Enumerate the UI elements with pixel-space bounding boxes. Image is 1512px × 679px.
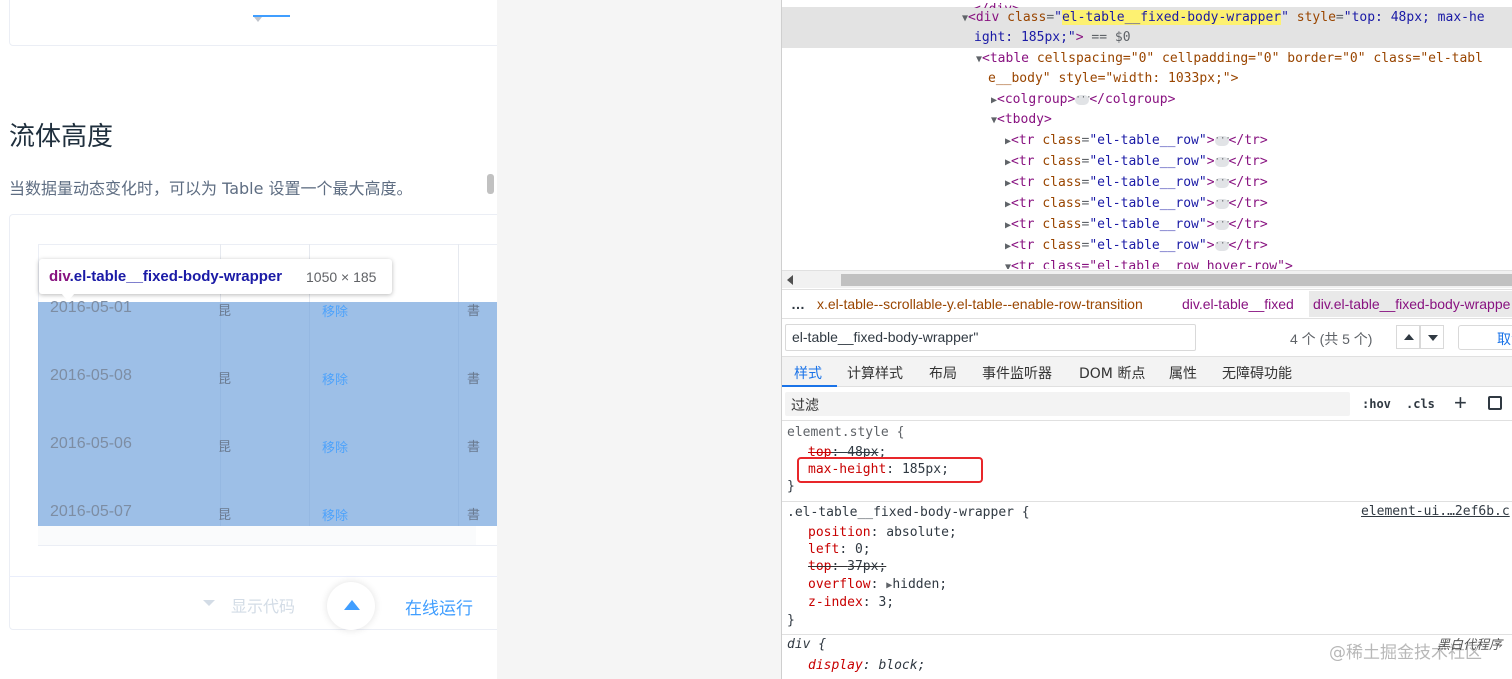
ellipsis-icon[interactable]: ···	[1214, 155, 1231, 167]
caret-down-icon	[254, 17, 262, 22]
run-online-button[interactable]: 在线运行	[405, 594, 473, 619]
filter-input[interactable]: 过滤	[785, 392, 1350, 416]
table-row-date: 2016-05-07	[50, 503, 132, 520]
styles-filter-bar: 过滤 :hov .cls +	[782, 388, 1512, 421]
tooltip-selector: div.el-table__fixed-body-wrapper	[49, 268, 283, 285]
table-row-date: 2016-05-06	[50, 435, 132, 452]
remove-link[interactable]: 移除	[322, 505, 348, 524]
page-scrollbar[interactable]	[487, 174, 494, 194]
section-title: 流体高度	[9, 122, 114, 152]
ellipsis-icon[interactable]: ···	[1214, 134, 1231, 146]
section-description: 当数据量动态变化时，可以为 Table 设置一个最大高度。	[9, 179, 413, 198]
ellipsis-icon[interactable]: ···	[1214, 239, 1231, 251]
table-row-date: 2016-05-08	[50, 367, 132, 384]
elements-horizontal-scrollbar[interactable]	[782, 270, 1512, 288]
tab-styles[interactable]: 样式	[794, 363, 822, 383]
dom-line-tr-hover[interactable]: ▼<tr class="el-table__row hover-row">	[1005, 257, 1293, 269]
watermark-overlay: 黑白代程序	[1437, 638, 1503, 653]
style-declaration-overridden[interactable]: top: 37px;	[808, 557, 886, 577]
table-row-cell: 昆	[218, 303, 232, 318]
rule-selector-element-style: element.style {	[787, 425, 905, 440]
dom-line-tr[interactable]: ▶<tr class="el-table__row">···</tr>	[1005, 173, 1268, 194]
scrollbar-thumb[interactable]	[841, 274, 1512, 286]
dom-line-tr[interactable]: ▶<tr class="el-table__row">···</tr>	[1005, 215, 1268, 236]
dom-line-tr[interactable]: ▶<tr class="el-table__row">···</tr>	[1005, 131, 1268, 152]
remove-link[interactable]: 移除	[322, 301, 348, 320]
style-declaration[interactable]: z-index: 3;	[808, 593, 894, 613]
active-tab-indicator	[782, 385, 837, 387]
rule-selector: .el-table__fixed-body-wrapper {	[787, 505, 1030, 520]
tooltip-dimensions: 1050 × 185	[306, 269, 377, 285]
ellipsis-icon[interactable]: ···	[1214, 176, 1231, 188]
new-rule-plus-icon[interactable]: +	[1454, 390, 1467, 416]
dom-line-table-cont: e__body" style="width: 1033px;">	[988, 71, 1239, 86]
style-declaration-user-agent: display: block;	[808, 658, 926, 673]
stylesheet-source-link[interactable]: element-ui.…2ef6b.c	[1361, 504, 1510, 519]
dom-line-selected-div[interactable]: ▼<div class="el-table__fixed-body-wrappe…	[962, 8, 1485, 29]
dom-line-table[interactable]: ▼<table cellspacing="0" cellpadding="0" …	[976, 49, 1483, 70]
class-toggle-button[interactable]: .cls	[1406, 397, 1435, 411]
dom-line-selected-div-cont: ight: 185px;"> == $0	[974, 30, 1131, 45]
tab-dom-breakpoints[interactable]: DOM 断点	[1079, 363, 1145, 383]
annotation-red-box	[797, 457, 983, 483]
styles-tabbar: 样式 计算样式 布局 事件监听器 DOM 断点 属性 无障碍功能	[782, 357, 1512, 387]
table-row-cell: 書	[467, 507, 481, 522]
tab-layout[interactable]: 布局	[929, 363, 957, 383]
table-row-cell: 書	[467, 439, 481, 454]
rule-selector-user-agent: div {	[787, 637, 827, 652]
breadcrumb-more[interactable]: …	[791, 296, 805, 312]
dom-line-closing-div: </div>	[973, 0, 1020, 8]
print-media-icon[interactable]	[1488, 396, 1502, 410]
rule-separator	[782, 634, 1512, 635]
table-row-cell: 昆	[218, 439, 232, 454]
tooltip-arrow	[61, 293, 75, 301]
ellipsis-icon[interactable]: ···	[1214, 197, 1231, 209]
caret-down-icon	[203, 600, 215, 606]
table-row-date: 2016-05-01	[50, 299, 132, 316]
devtools-panel: </div> ▼<div class="el-table__fixed-body…	[781, 0, 1512, 679]
dom-line-colgroup[interactable]: ▶<colgroup>···</colgroup>	[991, 90, 1175, 111]
tab-computed[interactable]: 计算样式	[847, 363, 903, 383]
chevron-down-icon	[1428, 335, 1438, 341]
inspect-tooltip: div.el-table__fixed-body-wrapper 1050 × …	[39, 259, 392, 301]
scroll-left-arrow-icon[interactable]	[787, 275, 793, 285]
chevron-up-icon	[1404, 334, 1414, 340]
dom-search-bar: el-table__fixed-body-wrapper" 4 个 (共 5 个…	[782, 319, 1512, 357]
breadcrumb: … x.el-table--scrollable-y.el-table--ena…	[782, 289, 1512, 319]
table-row-cell: 昆	[218, 371, 232, 386]
dom-line-tr[interactable]: ▶<tr class="el-table__row">···</tr>	[1005, 194, 1268, 215]
remove-link[interactable]: 移除	[322, 369, 348, 388]
breadcrumb-item[interactable]: x.el-table--scrollable-y.el-table--enabl…	[817, 296, 1143, 312]
caret-up-icon	[344, 600, 360, 610]
rule-close-brace: }	[787, 479, 795, 494]
next-match-button[interactable]	[1420, 325, 1444, 349]
dom-search-input[interactable]: el-table__fixed-body-wrapper"	[785, 324, 1196, 351]
search-match-count: 4 个 (共 5 个)	[1290, 331, 1373, 347]
rule-close-brace: }	[787, 613, 795, 628]
show-code-button[interactable]: 显示代码	[231, 593, 295, 617]
dom-line-tbody[interactable]: ▼<tbody>	[991, 110, 1052, 131]
ellipsis-icon[interactable]: ···	[1075, 93, 1092, 105]
dom-line-tr[interactable]: ▶<tr class="el-table__row">···</tr>	[1005, 236, 1268, 257]
previous-demo-card	[9, 0, 497, 46]
breadcrumb-item[interactable]: div.el-table__fixed	[1182, 296, 1294, 312]
inspect-highlight-overlay	[38, 302, 498, 526]
table-row-cell: 書	[467, 303, 481, 318]
previous-match-button[interactable]	[1396, 325, 1420, 349]
remove-link[interactable]: 移除	[322, 437, 348, 456]
ellipsis-icon[interactable]: ···	[1214, 218, 1231, 230]
table-row-cell: 昆	[218, 507, 232, 522]
dom-line-tr[interactable]: ▶<tr class="el-table__row">···</tr>	[1005, 152, 1268, 173]
tab-accessibility[interactable]: 无障碍功能	[1222, 363, 1292, 383]
tab-properties[interactable]: 属性	[1169, 363, 1197, 383]
table-row-cell: 書	[467, 371, 481, 386]
hover-state-button[interactable]: :hov	[1362, 397, 1391, 411]
table-footer	[38, 526, 476, 546]
screen-gap	[497, 0, 781, 679]
cancel-search-button[interactable]: 取消	[1458, 325, 1512, 350]
breadcrumb-item-active[interactable]: div.el-table__fixed-body-wrappe	[1309, 291, 1512, 317]
rule-separator	[782, 501, 1512, 502]
tab-event-listeners[interactable]: 事件监听器	[982, 363, 1052, 383]
